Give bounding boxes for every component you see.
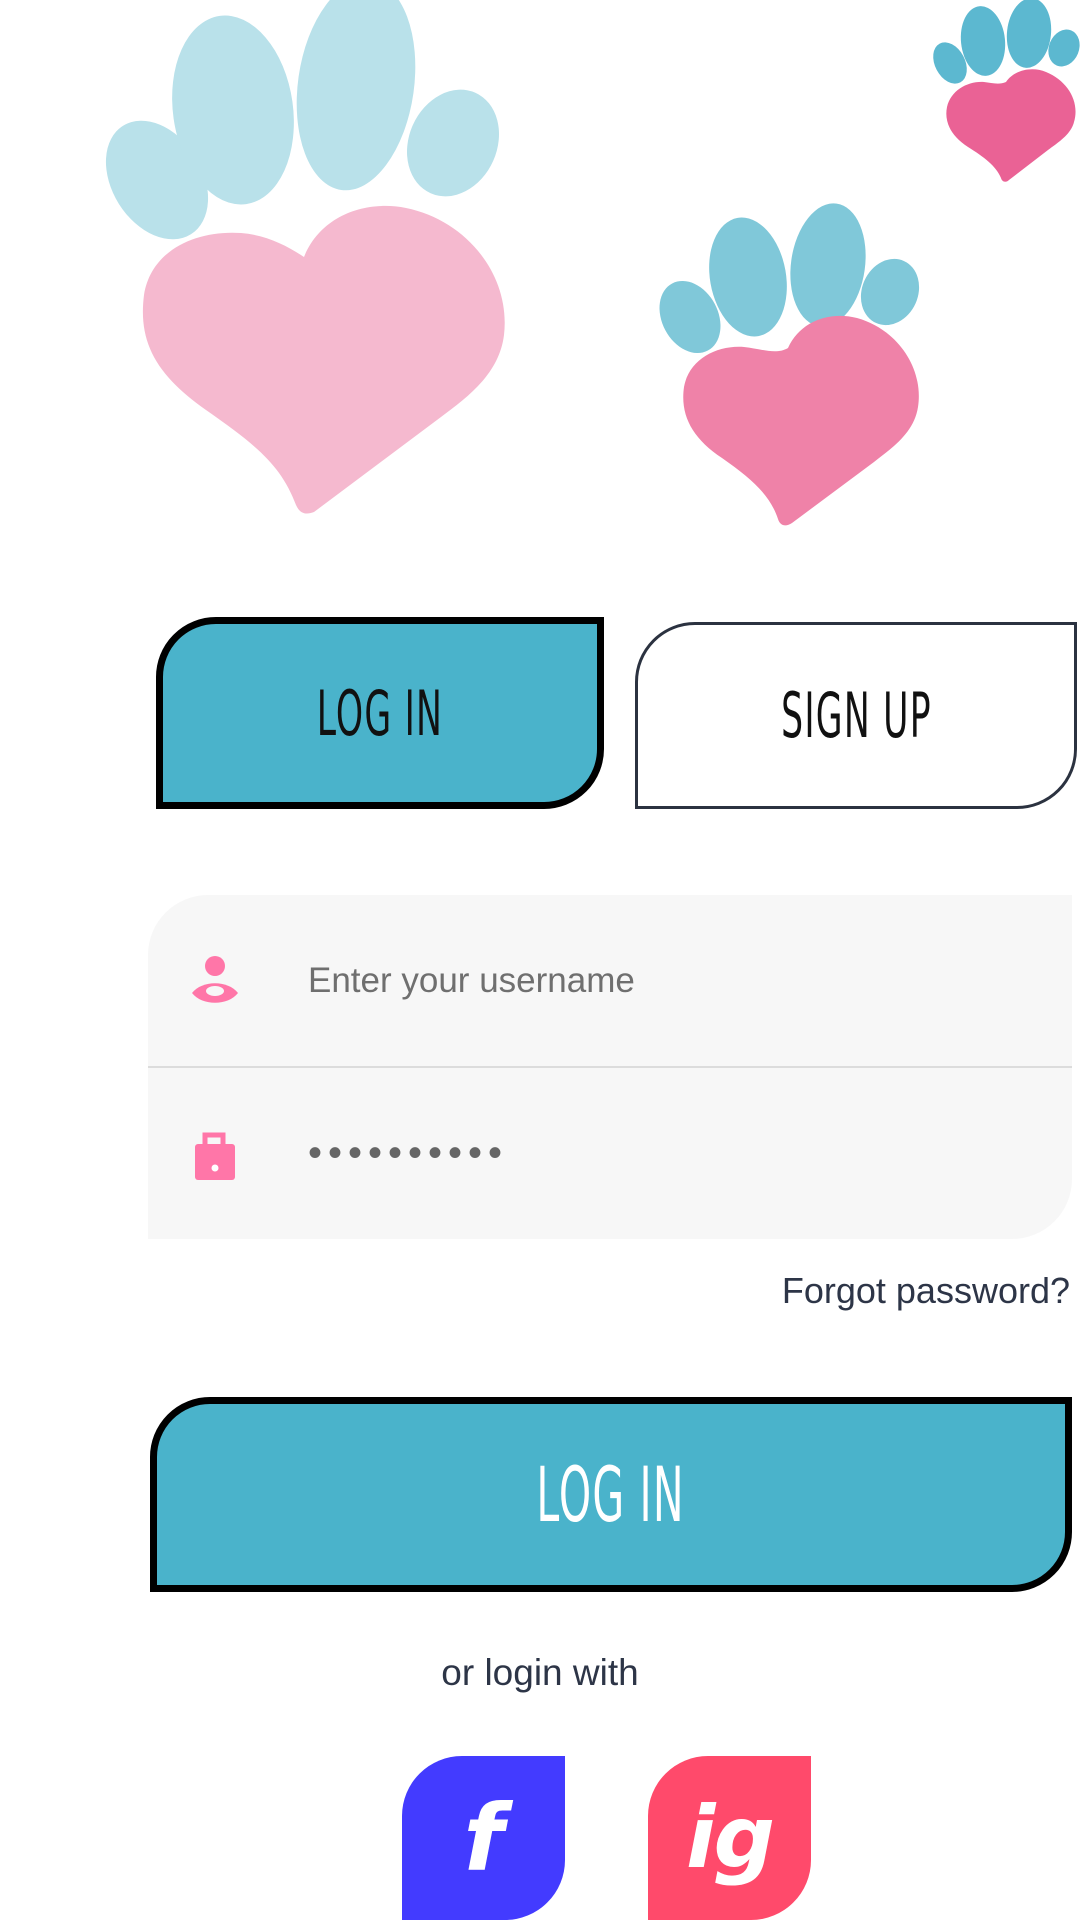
facebook-login-button[interactable]: f <box>402 1756 565 1920</box>
tab-signup-label: SIGN UP <box>780 679 932 752</box>
username-input[interactable]: Enter your username <box>308 961 635 1001</box>
login-button[interactable]: LOG IN <box>150 1397 1072 1592</box>
tab-login-label: LOG IN <box>316 676 444 750</box>
small-paw-heart-icon <box>926 0 1080 190</box>
medium-paw-heart-icon <box>652 195 932 535</box>
login-button-label: LOG IN <box>536 1450 686 1539</box>
login-form: Enter your username •••••••••• <box>148 895 1072 1239</box>
forgot-password-link[interactable]: Forgot password? <box>782 1270 1070 1312</box>
password-field[interactable]: •••••••••• <box>148 1068 1072 1239</box>
large-paw-heart-icon <box>96 0 516 520</box>
password-input[interactable]: •••••••••• <box>308 1131 508 1176</box>
user-icon <box>190 953 240 1009</box>
instagram-login-button[interactable]: ig <box>648 1756 811 1920</box>
alt-login-text: or login with <box>441 1652 639 1693</box>
lock-icon <box>190 1126 240 1182</box>
username-field[interactable]: Enter your username <box>148 895 1072 1066</box>
tab-login[interactable]: LOG IN <box>156 617 604 809</box>
facebook-icon: f <box>463 1784 504 1892</box>
tab-signup[interactable]: SIGN UP <box>635 622 1077 809</box>
instagram-icon: ig <box>685 1788 775 1888</box>
